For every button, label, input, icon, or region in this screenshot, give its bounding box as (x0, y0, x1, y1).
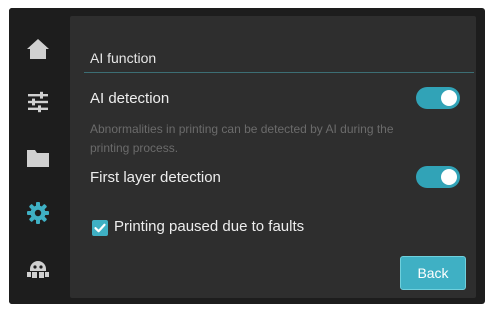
sidebar-item-controls[interactable] (9, 83, 66, 121)
back-button[interactable]: Back (400, 256, 466, 290)
ai-detection-description: Abnormalities in printing can be detecte… (90, 122, 394, 155)
section-title: AI function (90, 50, 157, 66)
sliders-icon (27, 91, 48, 113)
ai-detection-label: AI detection (90, 90, 170, 107)
printer-screen: AI function AI detection Abnormalities i… (9, 8, 485, 304)
gear-icon (26, 202, 49, 224)
robot-icon (26, 261, 49, 278)
toggle-knob (441, 169, 457, 185)
sidebar (9, 8, 66, 304)
pause-on-fault-checkbox[interactable] (92, 220, 108, 236)
sidebar-item-ai[interactable] (9, 250, 66, 288)
folder-icon (26, 150, 49, 167)
ai-detection-toggle[interactable] (416, 87, 460, 109)
first-layer-toggle[interactable] (416, 166, 460, 188)
sidebar-item-files[interactable] (9, 139, 66, 177)
home-icon (26, 39, 49, 59)
first-layer-label: First layer detection (90, 169, 221, 186)
pause-on-fault-label[interactable]: Printing paused due to faults (114, 218, 304, 235)
sidebar-item-settings[interactable] (9, 194, 66, 232)
toggle-knob (441, 90, 457, 106)
checkmark-icon (94, 223, 106, 233)
sidebar-item-home[interactable] (9, 30, 66, 68)
settings-panel: AI function AI detection Abnormalities i… (70, 16, 476, 298)
section-divider (84, 72, 474, 73)
